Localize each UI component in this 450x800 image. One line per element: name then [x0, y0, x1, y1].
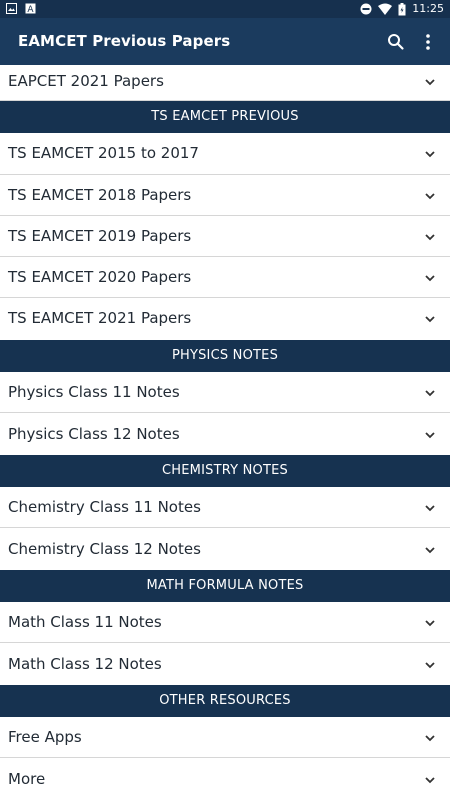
list-item-physics-11[interactable]: Physics Class 11 Notes: [0, 372, 450, 413]
section-header-label: TS EAMCET PREVIOUS: [151, 109, 299, 124]
list-item-label: EAPCET 2021 Papers: [8, 72, 164, 90]
list-item-label: TS EAMCET 2021 Papers: [8, 309, 192, 327]
list-item-free-apps[interactable]: Free Apps: [0, 717, 450, 758]
list-item-eapcet-2021[interactable]: EAPCET 2021 Papers: [0, 65, 450, 101]
status-time: 11:25: [412, 2, 444, 15]
list-item-label: Chemistry Class 12 Notes: [8, 540, 201, 558]
chevron-down-icon: [425, 275, 435, 282]
section-header-chemistry: CHEMISTRY NOTES: [0, 455, 450, 487]
chevron-down-icon: [425, 662, 435, 669]
list-item-label: TS EAMCET 2015 to 2017: [8, 144, 199, 162]
more-vert-icon[interactable]: [418, 32, 438, 52]
app-title: EAMCET Previous Papers: [18, 32, 231, 50]
search-icon[interactable]: [386, 32, 406, 52]
section-header-math: MATH FORMULA NOTES: [0, 570, 450, 602]
list-item-physics-12[interactable]: Physics Class 12 Notes: [0, 413, 450, 455]
list-item-label: TS EAMCET 2019 Papers: [8, 227, 192, 245]
list-item-chemistry-11[interactable]: Chemistry Class 11 Notes: [0, 487, 450, 528]
chevron-down-icon: [425, 620, 435, 627]
svg-text:A: A: [27, 5, 34, 14]
list-item-label: TS EAMCET 2018 Papers: [8, 186, 192, 204]
app-bar: EAMCET Previous Papers: [0, 18, 450, 65]
chevron-down-icon: [425, 777, 435, 784]
chevron-down-icon: [425, 151, 435, 158]
section-header-ts-eamcet: TS EAMCET PREVIOUS: [0, 101, 450, 133]
list-item-label: Physics Class 11 Notes: [8, 383, 180, 401]
list-item-chemistry-12[interactable]: Chemistry Class 12 Notes: [0, 528, 450, 570]
chevron-down-icon: [425, 79, 435, 86]
list-item-math-12[interactable]: Math Class 12 Notes: [0, 643, 450, 685]
section-header-other-resources: OTHER RESOURCES: [0, 685, 450, 717]
list-item-label: More: [8, 770, 46, 788]
list-item-ts-2018[interactable]: TS EAMCET 2018 Papers: [0, 175, 450, 216]
chevron-down-icon: [425, 547, 435, 554]
list-item-ts-2020[interactable]: TS EAMCET 2020 Papers: [0, 257, 450, 298]
battery-icon: [398, 2, 406, 15]
list-item-label: Free Apps: [8, 728, 82, 746]
list-item-more[interactable]: More: [0, 758, 450, 800]
list-item-math-11[interactable]: Math Class 11 Notes: [0, 602, 450, 643]
section-header-label: PHYSICS NOTES: [171, 348, 279, 363]
list-item-label: Math Class 12 Notes: [8, 655, 162, 673]
list-item-ts-2021[interactable]: TS EAMCET 2021 Papers: [0, 298, 450, 340]
do-not-disturb-icon: [360, 3, 372, 15]
chevron-down-icon: [425, 390, 435, 397]
section-header-label: CHEMISTRY NOTES: [162, 463, 288, 478]
chevron-down-icon: [425, 316, 435, 323]
list-item-ts-2015-2017[interactable]: TS EAMCET 2015 to 2017: [0, 133, 450, 175]
chevron-down-icon: [425, 234, 435, 241]
content-list: EAPCET 2021 Papers TS EAMCET PREVIOUS TS…: [0, 65, 450, 800]
chevron-down-icon: [425, 432, 435, 439]
chevron-down-icon: [425, 735, 435, 742]
section-header-physics: PHYSICS NOTES: [0, 340, 450, 372]
section-header-label: MATH FORMULA NOTES: [146, 578, 304, 593]
list-item-label: Chemistry Class 11 Notes: [8, 498, 201, 516]
chevron-down-icon: [425, 193, 435, 200]
list-item-label: TS EAMCET 2020 Papers: [8, 268, 192, 286]
text-a-icon: A: [25, 3, 36, 14]
section-header-label: OTHER RESOURCES: [159, 693, 291, 708]
list-item-label: Physics Class 12 Notes: [8, 425, 180, 443]
wifi-icon: [378, 3, 393, 15]
list-item-label: Math Class 11 Notes: [8, 613, 162, 631]
image-icon: [6, 3, 17, 14]
list-item-ts-2019[interactable]: TS EAMCET 2019 Papers: [0, 216, 450, 257]
chevron-down-icon: [425, 505, 435, 512]
status-bar: A 11:25: [0, 0, 450, 18]
